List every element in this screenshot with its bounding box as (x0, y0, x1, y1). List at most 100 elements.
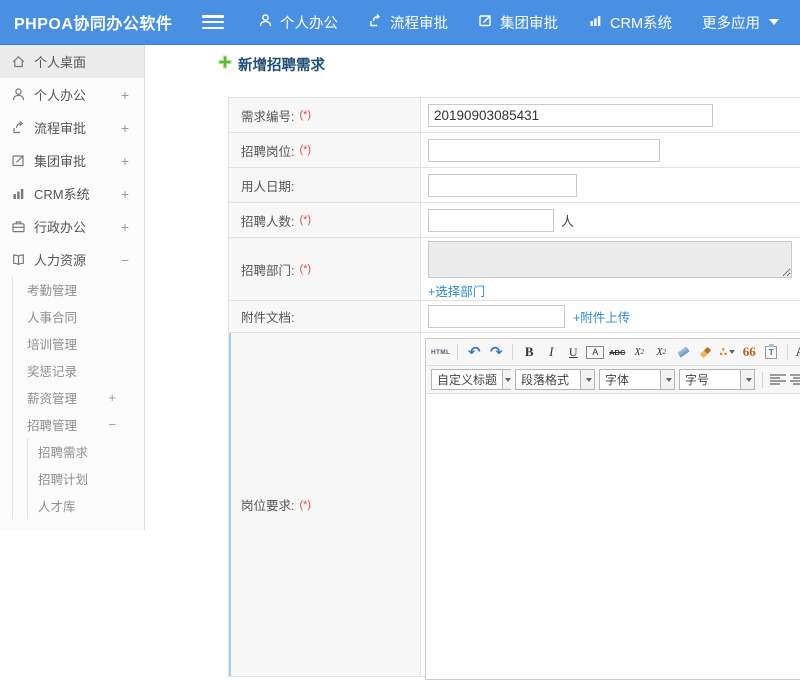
underline-button[interactable]: U (564, 342, 582, 362)
subscript-button[interactable]: X2 (652, 342, 670, 362)
nav-more-apps[interactable]: 更多应用 (702, 12, 780, 33)
flow-arrow-icon (11, 120, 26, 135)
sidebar-label: 集团审批 (34, 154, 87, 169)
home-icon (11, 54, 26, 69)
choose-department-link[interactable]: +选择部门 (428, 281, 485, 300)
sidebar-item-admin-office[interactable]: 行政办公 + (0, 210, 144, 243)
sidebar-item-talent-pool[interactable]: 人才库 (28, 492, 144, 519)
sidebar-item-attendance-mgmt[interactable]: 考勤管理 (13, 276, 144, 303)
attachment-upload-link[interactable]: +附件上传 (573, 307, 630, 326)
nav-label: 个人办公 (280, 15, 338, 32)
position-input[interactable] (428, 138, 660, 162)
italic-button[interactable]: I (542, 342, 560, 362)
expand-plus-icon[interactable]: + (121, 153, 129, 169)
expand-plus-icon[interactable]: + (121, 87, 129, 103)
collapse-minus-icon[interactable]: − (121, 252, 129, 268)
align-left-icon[interactable] (770, 373, 786, 386)
expand-plus-icon[interactable]: + (121, 219, 129, 235)
sidebar-item-training-mgmt[interactable]: 培训管理 (13, 330, 144, 357)
hire-date-input[interactable] (428, 173, 577, 197)
sidebar-sublabel: 奖惩记录 (27, 365, 78, 379)
department-textarea[interactable] (428, 241, 792, 278)
chevron-down-icon (660, 370, 674, 389)
form-row-department: 招聘部门: (*) +选择部门 (229, 238, 800, 301)
required-marker: (*) (299, 263, 312, 275)
unit-suffix: 人 (561, 213, 575, 229)
nav-label: CRM系统 (610, 15, 673, 32)
sidebar-item-recruitment-mgmt[interactable]: 招聘管理 − (13, 411, 144, 438)
hamburger-menu-icon[interactable] (202, 15, 224, 29)
sidebar-item-group-approval[interactable]: 集团审批 + (0, 144, 144, 177)
sidebar-sublabel: 薪资管理 (27, 392, 78, 406)
attachment-input[interactable] (428, 305, 565, 328)
highlight-color-icon[interactable]: ∴ (718, 342, 736, 362)
eraser-icon[interactable] (674, 342, 692, 362)
sidebar-item-hr-contract[interactable]: 人事合同 (13, 303, 144, 330)
nav-crm-system[interactable]: CRM系统 (588, 12, 672, 33)
expand-plus-icon[interactable]: + (108, 390, 116, 405)
html-source-button[interactable]: HTML (431, 342, 450, 362)
sidebar-item-personal-office[interactable]: 个人办公 + (0, 78, 144, 111)
sidebar-label: CRM系统 (34, 187, 90, 202)
top-header: PHPOA协同办公软件 个人办公 流程审批 集团审批 CRM系统 更多应用 (0, 0, 800, 45)
sidebar-sublabel: 招聘计划 (38, 473, 89, 487)
undo-icon[interactable]: ↶ (465, 342, 483, 362)
bold-button[interactable]: B (520, 342, 538, 362)
chevron-down-icon (740, 370, 754, 389)
user-icon (11, 87, 26, 102)
sidebar-item-human-resources[interactable]: 人力资源 − (0, 243, 144, 276)
chevron-down-icon (580, 370, 594, 389)
flow-arrow-icon (368, 13, 383, 32)
hr-submenu: 考勤管理 人事合同 培训管理 奖惩记录 薪资管理 + 招聘管理 − 招聘需求 招… (12, 276, 144, 519)
nav-personal-office[interactable]: 个人办公 (258, 12, 338, 33)
headcount-input[interactable] (428, 208, 554, 232)
sidebar-item-crm-system[interactable]: CRM系统 + (0, 177, 144, 210)
field-label: 附件文档: (229, 301, 421, 332)
sidebar-item-recruit-plan[interactable]: 招聘计划 (28, 465, 144, 492)
strikethrough-button[interactable]: ABC (608, 342, 626, 362)
page-title: 新增招聘需求 (218, 54, 325, 75)
paragraph-format-dropdown[interactable]: 段落格式 (515, 369, 595, 390)
font-family-dropdown[interactable]: 字体 (599, 369, 675, 390)
open-book-icon (11, 252, 26, 267)
caret-down-icon (769, 19, 780, 25)
sidebar-item-personal-desktop[interactable]: 个人桌面 (0, 45, 144, 78)
custom-title-dropdown[interactable]: 自定义标题 (431, 369, 512, 390)
sidebar-sublabel: 人事合同 (27, 311, 78, 325)
nav-label: 流程审批 (390, 15, 448, 32)
collapse-minus-icon[interactable]: − (108, 417, 116, 432)
field-label: 需求编号: (*) (229, 98, 421, 132)
nav-workflow-approval[interactable]: 流程审批 (368, 12, 448, 33)
sidebar-item-reward-punishment[interactable]: 奖惩记录 (13, 357, 144, 384)
recruitment-submenu: 招聘需求 招聘计划 人才库 (27, 438, 144, 519)
bar-chart-icon (11, 186, 26, 201)
sidebar-item-salary-mgmt[interactable]: 薪资管理 + (13, 384, 144, 411)
paste-text-icon[interactable]: T (762, 342, 780, 362)
expand-plus-icon[interactable]: + (121, 186, 129, 202)
required-marker: (*) (299, 144, 312, 156)
sidebar-label: 行政办公 (34, 220, 87, 235)
form-row-request-number: 需求编号: (*) (229, 98, 800, 133)
briefcase-icon (11, 219, 26, 234)
expand-plus-icon[interactable]: + (121, 120, 129, 136)
nav-group-approval[interactable]: 集团审批 (478, 12, 558, 33)
sidebar-sublabel: 考勤管理 (27, 284, 78, 298)
align-center-icon[interactable] (790, 373, 800, 386)
autotypeset-button[interactable]: A (586, 345, 605, 359)
edit-icon (11, 153, 26, 168)
blockquote-button[interactable]: 66 (740, 342, 758, 362)
field-label: 招聘部门: (*) (229, 238, 421, 300)
superscript-button[interactable]: X2 (630, 342, 648, 362)
redo-icon[interactable]: ↷ (487, 342, 505, 362)
main-content: 新增招聘需求 需求编号: (*) 招聘岗位: (*) 用人日期: (146, 45, 800, 680)
editor-toolbar-row1: HTML ↶ ↷ B I U A ABC X2 X2 ∴ 66 T (426, 339, 800, 366)
font-color-button[interactable]: A (795, 342, 800, 362)
sidebar-item-recruit-request[interactable]: 招聘需求 (28, 438, 144, 465)
font-size-dropdown[interactable]: 字号 (679, 369, 755, 390)
field-label: 招聘人数: (*) (229, 203, 421, 237)
sidebar-item-workflow-approval[interactable]: 流程审批 + (0, 111, 144, 144)
request-number-input[interactable] (428, 103, 713, 127)
field-label: 岗位要求: (*) (229, 333, 421, 676)
editor-content-area[interactable] (426, 393, 800, 679)
format-brush-icon[interactable] (696, 342, 714, 362)
